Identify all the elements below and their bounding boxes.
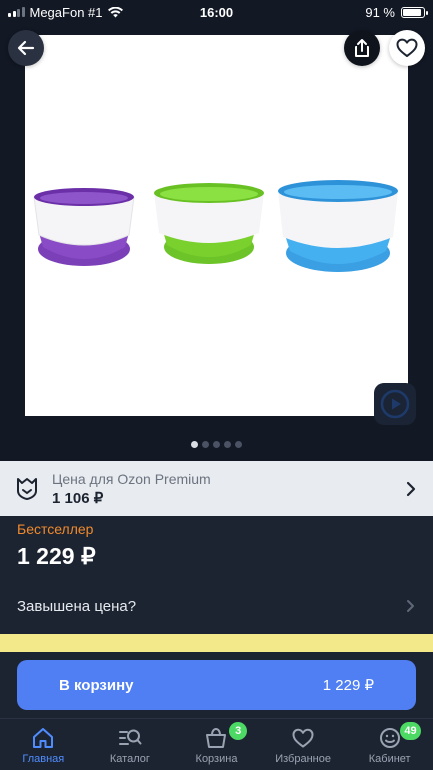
tab-cart-label: Корзина	[195, 753, 238, 765]
favorite-button[interactable]	[389, 30, 425, 66]
play-icon	[380, 389, 410, 419]
product-image	[33, 180, 398, 272]
pagination-dot[interactable]	[202, 441, 209, 448]
overpriced-row[interactable]: Завышена цена?	[0, 585, 433, 627]
cart-bar: В корзину 1 229 ₽	[0, 652, 433, 718]
tab-profile-label: Кабинет	[368, 753, 411, 765]
premium-price-row[interactable]: Цена для Ozon Premium 1 106 ₽	[0, 461, 433, 516]
tab-profile[interactable]: Кабинет 49	[346, 719, 433, 770]
carrier-name: MegaFon #1	[29, 4, 103, 20]
tab-home[interactable]: Главная	[0, 719, 87, 770]
heart-icon	[396, 38, 418, 57]
bowl-blue	[278, 180, 398, 272]
bowl-purple	[33, 188, 135, 266]
pagination-dot[interactable]	[191, 441, 198, 448]
heart-icon	[292, 728, 314, 748]
arrow-left-icon	[17, 40, 35, 56]
add-to-cart-button[interactable]: В корзину 1 229 ₽	[17, 660, 416, 710]
share-button[interactable]	[344, 30, 380, 66]
share-icon	[355, 39, 369, 57]
premium-text: Цена для Ozon Premium 1 106 ₽	[52, 471, 405, 507]
cart-icon	[206, 727, 227, 748]
back-button[interactable]	[8, 30, 44, 66]
catalog-search-icon	[118, 729, 142, 745]
tab-home-label: Главная	[22, 753, 65, 765]
battery-level	[403, 8, 422, 16]
gallery-pagination[interactable]	[0, 441, 433, 448]
premium-label: Цена для Ozon Premium	[52, 470, 211, 487]
tab-catalog-label: Каталог	[109, 753, 150, 765]
wifi-icon	[107, 6, 123, 17]
pagination-dot[interactable]	[213, 441, 220, 448]
product-gallery[interactable]	[0, 24, 433, 461]
product-photo[interactable]	[25, 35, 408, 416]
ozon-premium-icon	[17, 477, 37, 500]
pagination-dot[interactable]	[224, 441, 231, 448]
profile-count-badge: 49	[400, 722, 421, 740]
tab-catalog[interactable]: Каталог	[87, 719, 174, 770]
tab-favorites-label: Избранное	[275, 753, 331, 765]
tab-cart[interactable]: Корзина 3	[173, 719, 260, 770]
cart-count-badge: 3	[229, 722, 248, 740]
overpriced-label: Завышена цена?	[17, 597, 137, 615]
tab-favorites[interactable]: Избранное	[260, 719, 347, 770]
home-icon	[33, 728, 54, 748]
bowl-green	[154, 183, 264, 264]
signal-icon	[8, 7, 25, 17]
add-to-cart-label: В корзину	[59, 676, 134, 694]
battery-percent: 91 %	[365, 4, 395, 20]
chevron-right-icon	[407, 600, 414, 612]
status-right: 91 %	[365, 4, 428, 20]
chevron-right-icon	[406, 481, 416, 496]
add-to-cart-price: 1 229 ₽	[322, 677, 374, 694]
video-button[interactable]	[374, 383, 416, 425]
product-price: 1 229 ₽	[17, 543, 96, 569]
profile-smile-icon	[379, 728, 400, 748]
status-left: MegaFon #1	[8, 5, 123, 20]
pagination-dot[interactable]	[235, 441, 242, 448]
status-bar: MegaFon #1 16:00 91 %	[0, 0, 433, 24]
premium-price: 1 106 ₽	[52, 489, 104, 507]
promo-strip	[0, 634, 433, 652]
battery-icon	[401, 6, 428, 18]
bottom-tab-bar: Главная Каталог Корзина 3 Избранное Каби…	[0, 718, 433, 770]
bestseller-badge: Бестселлер	[17, 521, 94, 537]
